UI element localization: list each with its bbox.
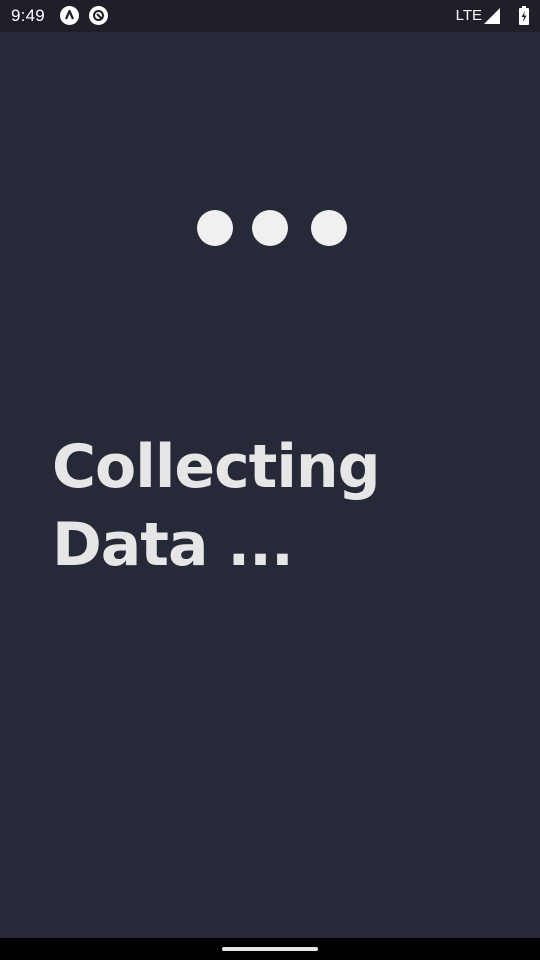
navigation-bar bbox=[0, 938, 540, 960]
loading-heading-line-2: Data ... bbox=[52, 510, 294, 580]
app-notification-icon bbox=[60, 6, 79, 25]
loading-heading: Collecting Data ... bbox=[52, 428, 472, 584]
status-time: 9:49 bbox=[11, 6, 45, 25]
loading-dot bbox=[252, 210, 288, 246]
battery-charging-icon bbox=[518, 6, 530, 31]
signal-icon bbox=[484, 8, 501, 29]
sync-notification-icon bbox=[89, 6, 108, 25]
network-type-label: LTE bbox=[455, 7, 482, 24]
status-bar: 9:49 LTE bbox=[0, 0, 540, 32]
loading-screen: 9:49 LTE Collecting Data ... bbox=[0, 0, 540, 960]
loading-dot bbox=[311, 210, 347, 246]
loading-dot bbox=[197, 210, 233, 246]
home-gesture-handle[interactable] bbox=[222, 947, 318, 951]
loading-heading-line-1: Collecting bbox=[52, 432, 381, 502]
loading-indicator bbox=[197, 210, 349, 248]
